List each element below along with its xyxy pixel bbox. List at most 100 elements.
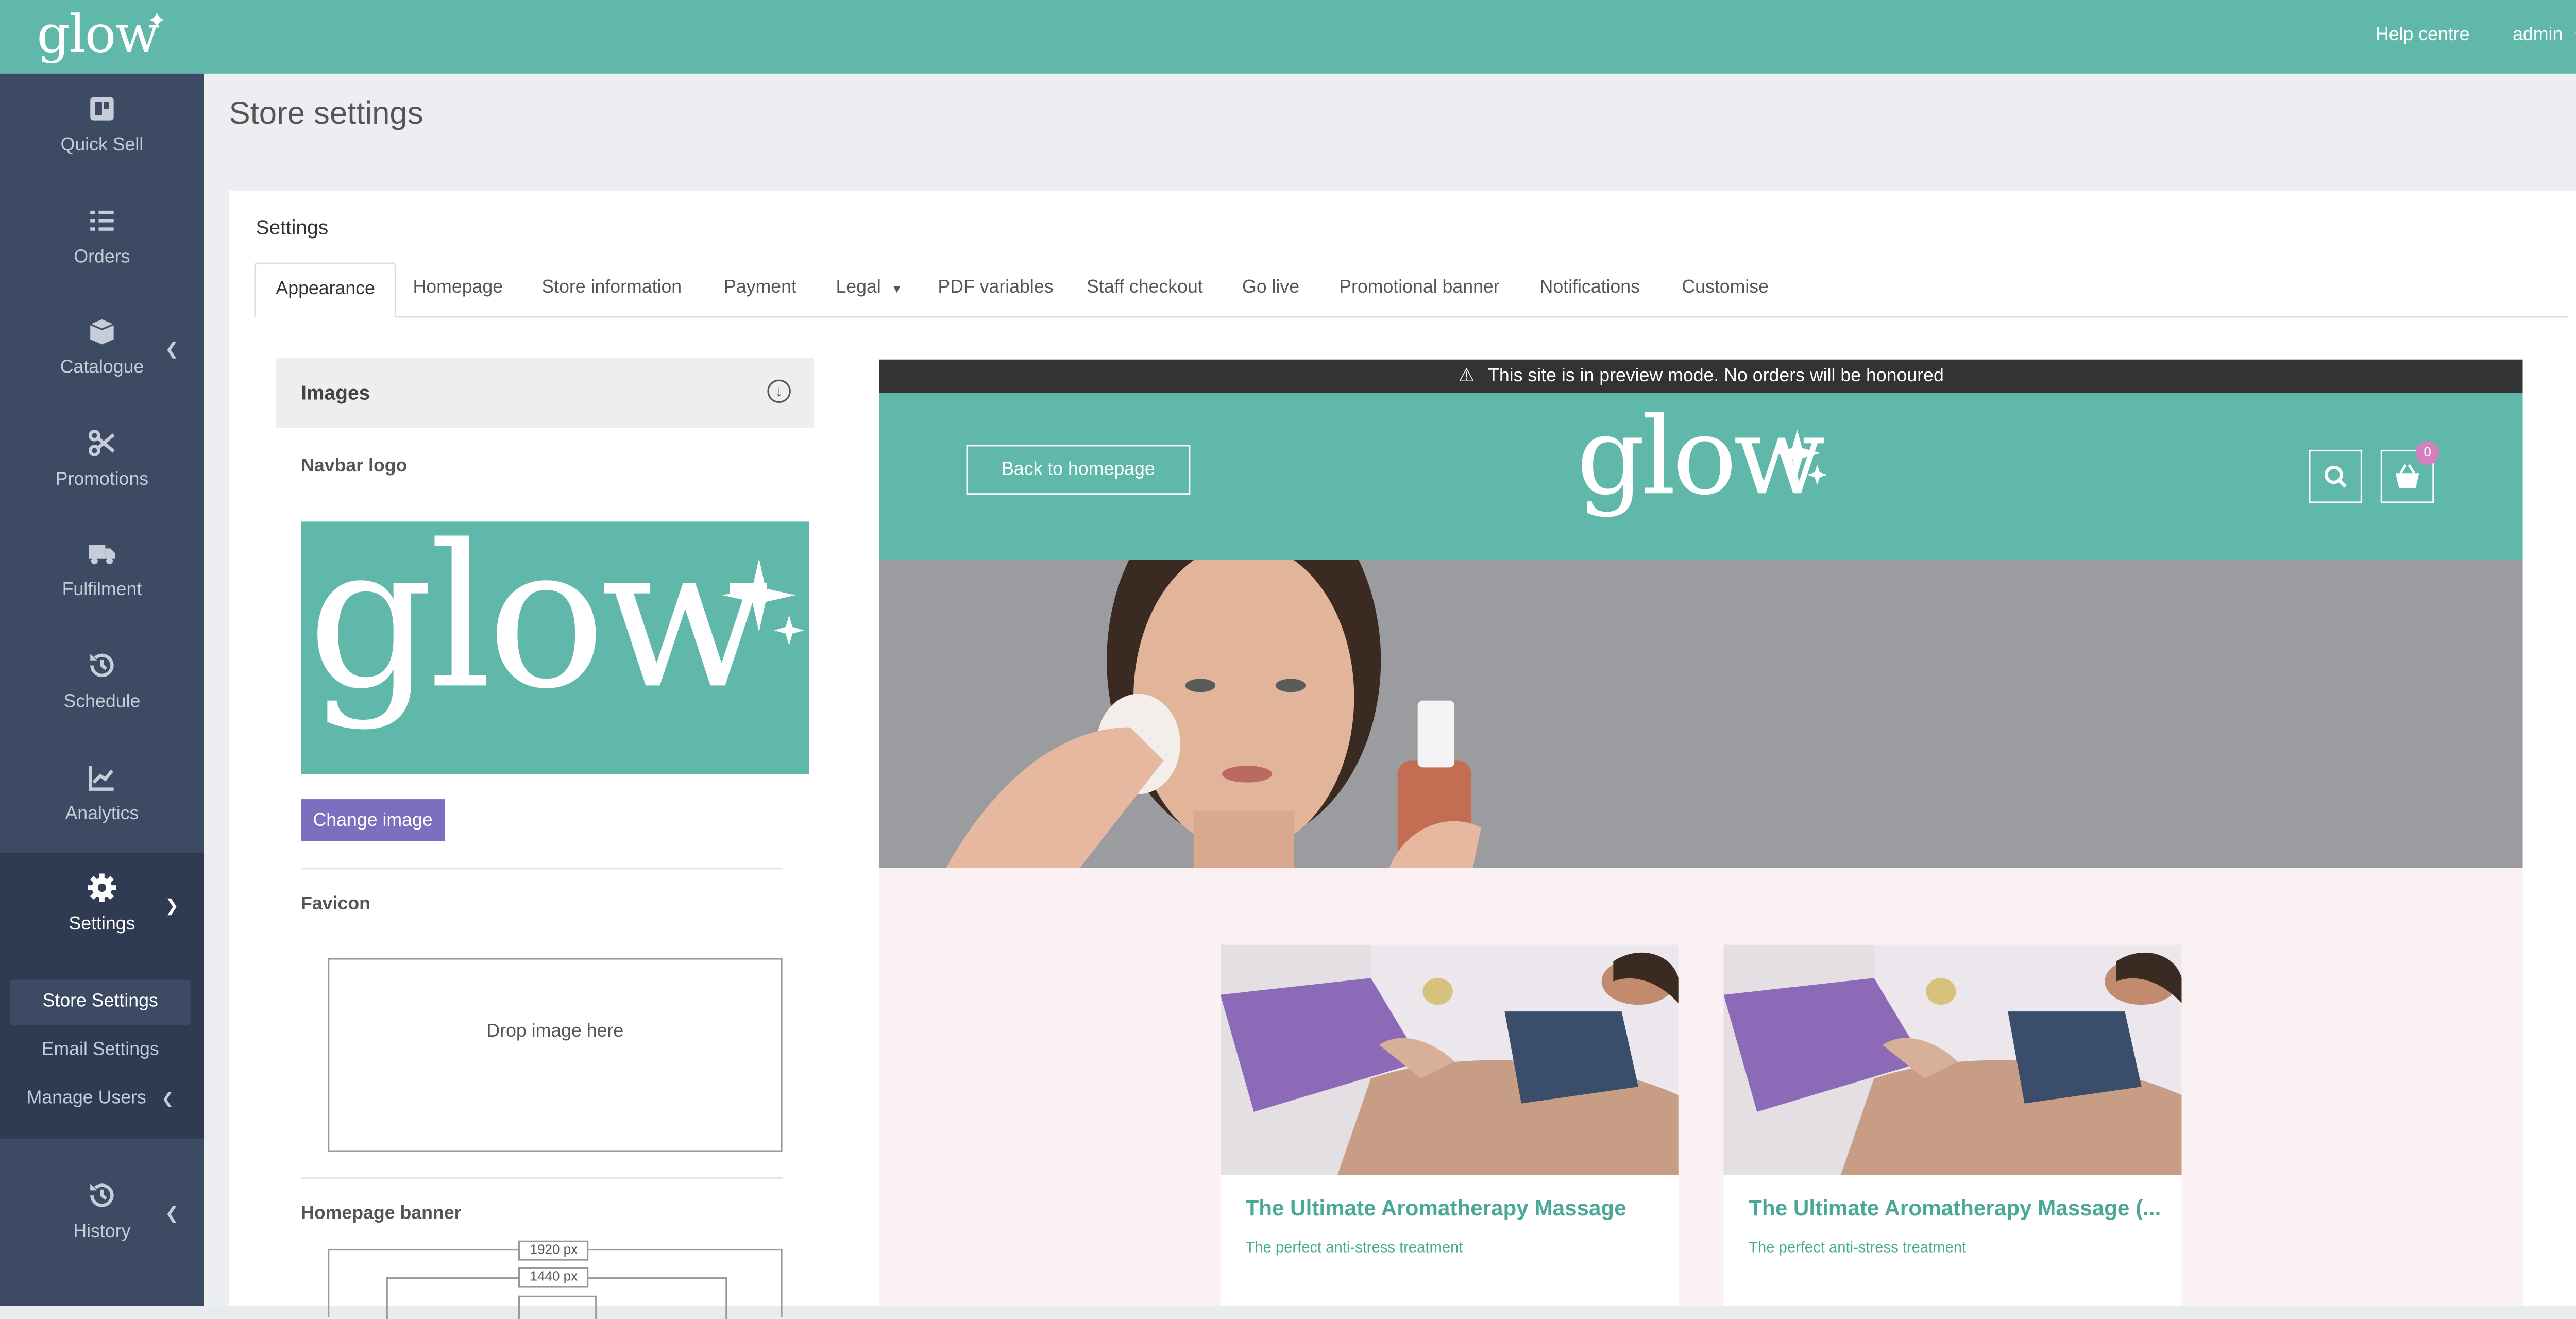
size-tag-1920: 1920 px [518, 1240, 589, 1261]
sidebar-item-label: Analytics [65, 804, 139, 824]
product-card-title[interactable]: The Ultimate Aromatherapy Massage [1245, 1195, 1626, 1221]
sidebar-item-promotions[interactable]: Promotions [0, 408, 204, 515]
sidebar-item-label: Orders [74, 247, 130, 268]
drop-text: Drop image here [486, 1021, 624, 1042]
tab-legal[interactable]: Legal ▼ [836, 262, 903, 314]
tab-customise[interactable]: Customise [1682, 262, 1769, 314]
sidebar-item-label: History [73, 1222, 131, 1242]
sidebar-item-history[interactable]: History ❮ [0, 1160, 204, 1267]
tab-promotional-banner[interactable]: Promotional banner [1339, 262, 1500, 314]
collapse-toggle-icon[interactable]: ↓ [767, 379, 791, 403]
chart-icon [88, 766, 114, 791]
settings-group: Settings ❯ Store Settings Email Settings… [0, 852, 204, 1139]
divider [301, 1177, 783, 1179]
tab-go-live[interactable]: Go live [1242, 262, 1299, 314]
tab-appearance[interactable]: Appearance [254, 262, 397, 318]
sidebar-item-catalogue[interactable]: Catalogue ❮ [0, 296, 204, 403]
sidebar: Quick Sell Orders Catalogue ❮ Promotions… [0, 73, 204, 1306]
store-preview: ⚠ This site is in preview mode. No order… [879, 359, 2523, 1306]
caret-down-icon: ▼ [891, 284, 903, 296]
sidebar-item-label: Quick Sell [60, 135, 144, 156]
images-section-title: Images [301, 381, 370, 405]
brand-logo-text: glow [37, 5, 159, 65]
orders-icon [90, 210, 114, 231]
back-to-homepage-button[interactable]: Back to homepage [966, 445, 1191, 495]
user-menu[interactable]: admin ▼ [2513, 25, 2576, 45]
chevron-down-icon: ▼ [2573, 28, 2576, 43]
scissors-icon [88, 429, 115, 456]
sidebar-subitem-label: Manage Users [26, 1088, 146, 1109]
product-card-subtitle: The perfect anti-stress treatment [1749, 1239, 1967, 1256]
change-image-button[interactable]: Change image [301, 799, 445, 841]
preview-notice-text: This site is in preview mode. No orders … [1488, 366, 1944, 386]
navbar-logo-label: Navbar logo [301, 456, 408, 477]
product-card[interactable]: The Ultimate Aromatherapy Massage The pe… [1220, 944, 1679, 1306]
size-tag-1440: 1440 px [518, 1267, 589, 1288]
tab-payment[interactable]: Payment [724, 262, 796, 314]
tab-store-information[interactable]: Store information [541, 262, 682, 314]
chevron-down-icon: ❯ [164, 898, 179, 917]
product-card-title[interactable]: The Ultimate Aromatherapy Massage (... [1749, 1195, 2161, 1221]
page-title: Store settings [229, 97, 423, 132]
sidebar-item-fulfilment[interactable]: Fulfilment [0, 518, 204, 625]
sidebar-item-label: Settings [69, 914, 135, 935]
sparkle-icon: ✦ [147, 8, 167, 36]
quick-sell-icon [90, 97, 114, 121]
product-card-image [1220, 944, 1679, 1176]
history-icon [90, 1183, 114, 1207]
history-icon [90, 653, 114, 678]
panel-title: Settings [256, 215, 329, 240]
banner-smallest-frame [518, 1295, 597, 1319]
settings-panel: Settings Appearance Homepage Store infor… [229, 190, 2576, 1319]
sidebar-subitem-manage-users[interactable]: Manage Users ❮ [10, 1077, 190, 1122]
help-centre-link[interactable]: Help centre [2376, 25, 2470, 45]
divider [301, 868, 783, 870]
sidebar-item-settings[interactable]: Settings ❯ [0, 853, 204, 960]
search-icon [2325, 465, 2347, 488]
tab-homepage[interactable]: Homepage [413, 262, 503, 314]
tab-notifications[interactable]: Notifications [1540, 262, 1640, 314]
favicon-label: Favicon [301, 894, 370, 915]
preview-mode-notice: ⚠ This site is in preview mode. No order… [879, 359, 2523, 393]
preview-search-button[interactable] [2309, 449, 2363, 503]
massage-photo [1723, 944, 2182, 1176]
sidebar-item-label: Promotions [55, 469, 149, 490]
tab-label: Legal [836, 277, 881, 298]
sidebar-item-orders[interactable]: Orders [0, 185, 204, 293]
sidebar-item-analytics[interactable]: Analytics [0, 742, 204, 850]
tab-staff-checkout[interactable]: Staff checkout [1087, 262, 1203, 314]
sidebar-item-label: Catalogue [60, 358, 144, 378]
gear-icon [88, 873, 116, 902]
preview-header: Back to homepage glow 0 [879, 393, 2523, 561]
sidebar-item-quick-sell[interactable]: Quick Sell [0, 74, 204, 181]
sidebar-subitem-email-settings[interactable]: Email Settings [10, 1028, 190, 1074]
chevron-left-icon: ❮ [161, 1090, 174, 1107]
tab-pdf-variables[interactable]: PDF variables [938, 262, 1053, 314]
sidebar-item-schedule[interactable]: Schedule [0, 630, 204, 737]
top-bar: glow ✦ Help centre admin ▼ [0, 0, 2576, 74]
homepage-hero-image [879, 560, 2523, 868]
images-section-header[interactable]: Images ↓ [276, 358, 815, 428]
chevron-left-icon: ❮ [164, 341, 179, 360]
sparkle-icon [722, 558, 804, 646]
catalogue-icon [90, 319, 114, 345]
preview-cart-button[interactable]: 0 [2380, 441, 2439, 503]
truck-icon [88, 545, 115, 565]
banner-size-diagram: 1920 px 1440 px [328, 1240, 783, 1319]
favicon-dropzone[interactable]: Drop image here [328, 958, 783, 1152]
logo-preview-text: glow [308, 521, 770, 733]
sidebar-subitem-store-settings[interactable]: Store Settings [10, 979, 191, 1025]
sidebar-item-label: Fulfilment [62, 580, 142, 600]
settings-tabs: Appearance Homepage Store information Pa… [254, 262, 2568, 318]
massage-photo [1220, 944, 1679, 1176]
user-name: admin [2513, 25, 2563, 45]
sparkle-icon [1773, 429, 1827, 485]
hero-photo [879, 560, 2523, 868]
product-card-image [1723, 944, 2182, 1176]
sidebar-item-label: Schedule [63, 692, 141, 713]
brand-logo[interactable]: glow ✦ [37, 5, 166, 65]
product-card-subtitle: The perfect anti-stress treatment [1245, 1239, 1463, 1256]
homepage-banner-label: Homepage banner [301, 1204, 462, 1224]
product-card[interactable]: The Ultimate Aromatherapy Massage (... T… [1723, 944, 2182, 1306]
warning-icon: ⚠ [1458, 366, 1475, 386]
